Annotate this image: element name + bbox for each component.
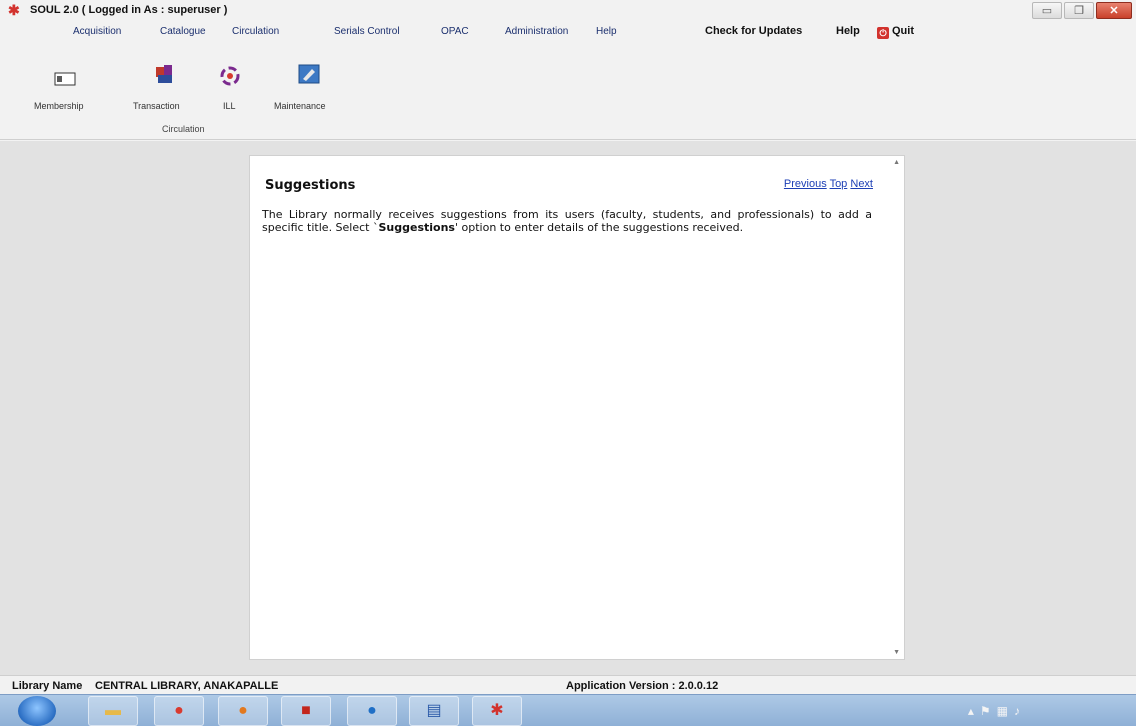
library-name-label: Library Name xyxy=(12,680,83,692)
help-document: ▲ Suggestions Previous Top Next The Libr… xyxy=(249,155,905,660)
chrome-icon: ● xyxy=(174,702,184,719)
start-button[interactable] xyxy=(18,696,56,726)
help-link[interactable]: Help xyxy=(836,25,860,37)
body-text-end: ' option to enter details of the suggest… xyxy=(454,220,744,234)
transaction-icon xyxy=(156,65,172,83)
minimize-button[interactable]: ▭ xyxy=(1032,2,1062,19)
quit-button[interactable]: ⏻ Quit xyxy=(877,25,914,39)
transaction-label: Transaction xyxy=(133,101,180,111)
previous-link[interactable]: Previous xyxy=(784,178,827,190)
restore-icon: ❐ xyxy=(1074,5,1084,17)
power-icon: ⏻ xyxy=(877,27,889,39)
library-name-value: CENTRAL LIBRARY, ANAKAPALLE xyxy=(95,680,279,692)
show-hidden-icon: ▴ xyxy=(967,704,980,718)
membership-label: Membership xyxy=(34,101,84,111)
application-version: Application Version : 2.0.0.12 xyxy=(566,680,719,692)
taskbar-word[interactable]: ▤ xyxy=(409,696,459,726)
maintenance-icon xyxy=(298,64,320,84)
firefox-icon: ● xyxy=(238,702,248,719)
window-title: SOUL 2.0 ( Logged in As : superuser ) xyxy=(30,4,228,16)
menu-administration[interactable]: Administration xyxy=(505,26,568,37)
workspace: ▲ Suggestions Previous Top Next The Libr… xyxy=(0,141,1136,675)
menu-opac[interactable]: OPAC xyxy=(441,26,469,37)
taskbar-acrobat[interactable]: ■ xyxy=(281,696,331,726)
top-link[interactable]: Top xyxy=(830,178,848,190)
taskbar-chrome[interactable]: ● xyxy=(154,696,204,726)
explorer-icon: ▬ xyxy=(105,702,121,719)
acrobat-icon: ■ xyxy=(301,702,311,719)
body-text-keyword: Suggestions xyxy=(378,220,455,234)
scroll-up-icon[interactable]: ▲ xyxy=(893,159,900,166)
menu-help[interactable]: Help xyxy=(596,26,617,37)
restore-button[interactable]: ❐ xyxy=(1064,2,1094,19)
chrome-canary-icon: ● xyxy=(367,702,377,719)
document-body: The Library normally receives suggestion… xyxy=(262,208,872,234)
network-icon: ▦ xyxy=(996,704,1014,718)
close-icon: ✕ xyxy=(1109,5,1119,17)
next-link[interactable]: Next xyxy=(850,178,873,190)
status-bar: Library Name CENTRAL LIBRARY, ANAKAPALLE… xyxy=(0,675,1136,694)
soul-logo-icon: ✱ xyxy=(8,2,20,18)
menu-circulation[interactable]: Circulation xyxy=(232,26,279,37)
menu-serials-control[interactable]: Serials Control xyxy=(334,26,400,37)
taskbar-soul[interactable]: ✱ xyxy=(472,696,522,726)
taskbar-firefox[interactable]: ● xyxy=(218,696,268,726)
taskbar: ▬ ● ● ■ ● ▤ ✱ ▴⚑▦♪ xyxy=(0,694,1136,726)
taskbar-explorer[interactable]: ▬ xyxy=(88,696,138,726)
ill-icon xyxy=(220,66,240,86)
system-tray[interactable]: ▴⚑▦♪ xyxy=(968,704,1026,718)
word-icon: ▤ xyxy=(426,702,442,719)
menu-catalogue[interactable]: Catalogue xyxy=(160,26,206,37)
taskbar-chrome-2[interactable]: ● xyxy=(347,696,397,726)
document-title: Suggestions xyxy=(265,178,356,193)
menu-acquisition[interactable]: Acquisition xyxy=(73,26,121,37)
check-updates-link[interactable]: Check for Updates xyxy=(705,25,802,37)
quit-label: Quit xyxy=(892,25,914,37)
volume-icon: ♪ xyxy=(1014,704,1026,718)
ill-label: ILL xyxy=(223,101,236,111)
flag-icon: ⚑ xyxy=(979,704,997,718)
scroll-down-icon[interactable]: ▼ xyxy=(893,649,900,656)
ribbon-group-label: Circulation xyxy=(162,124,205,134)
maintenance-label: Maintenance xyxy=(274,101,326,111)
document-nav: Previous Top Next xyxy=(784,178,873,190)
window-controls: ▭ ❐ ✕ xyxy=(1032,2,1132,19)
minimize-icon: ▭ xyxy=(1041,5,1053,17)
membership-icon xyxy=(54,72,76,86)
close-button[interactable]: ✕ xyxy=(1096,2,1132,19)
soul-icon: ✱ xyxy=(490,702,504,719)
title-bar: ✱ SOUL 2.0 ( Logged in As : superuser ) … xyxy=(0,0,1136,22)
